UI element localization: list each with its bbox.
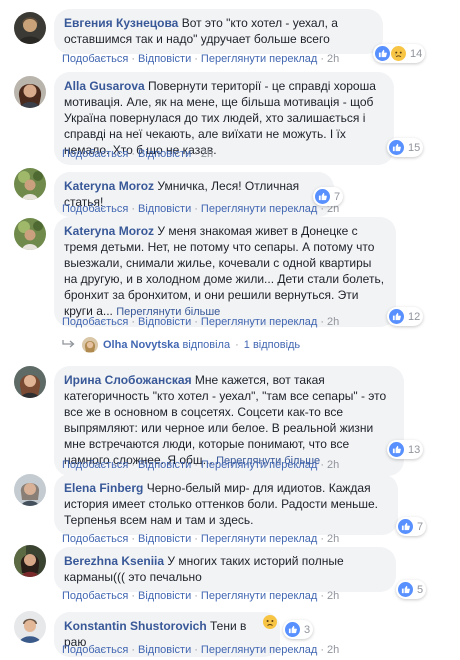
reaction-summary[interactable]: 7 [396, 517, 427, 536]
reaction-summary[interactable]: 13 [387, 440, 424, 459]
like-icon [398, 582, 413, 597]
reply-link[interactable]: Відповісти [138, 644, 191, 656]
avatar[interactable] [14, 76, 46, 108]
comment-author[interactable]: Kateryna Moroz [64, 224, 154, 238]
reaction-summary[interactable]: 14 [373, 44, 426, 63]
comment-actions: Подобається · Відповісти · Переглянути перек… [62, 644, 340, 656]
avatar[interactable] [14, 366, 46, 398]
comment-actions: Подобається · Відповісти · Переглянути перек… [62, 316, 340, 328]
avatar [82, 337, 98, 353]
sad-icon [391, 46, 406, 61]
comment-bubble: Berezhna Kseniia У многих таких историй … [54, 547, 396, 592]
sad-emoji-icon [263, 615, 277, 629]
like-icon [389, 309, 404, 324]
reaction-summary[interactable]: 3 [283, 620, 314, 639]
reply-count: 1 відповідь [243, 339, 301, 351]
comment-bubble: Kateryna Moroz У меня знакомая живет в Д… [54, 217, 396, 327]
reaction-summary[interactable]: 7 [313, 187, 344, 206]
like-link[interactable]: Подобається [62, 644, 128, 656]
comment-bubble: Elena Finberg Черно-белый мир- для идиот… [54, 474, 398, 535]
reply-link[interactable]: Відповісти [138, 533, 191, 545]
comment-actions: Подобається · Відповісти · Переглянути перек… [62, 590, 340, 602]
like-link[interactable]: Подобається [62, 590, 128, 602]
reaction-count: 14 [410, 47, 423, 60]
like-link[interactable]: Подобається [62, 316, 128, 328]
reply-link[interactable]: Відповісти [138, 203, 191, 215]
like-icon [285, 622, 300, 637]
view-replies-link[interactable]: Olha Novytska відповіла · 1 відповідь [62, 337, 300, 353]
reaction-summary[interactable]: 15 [387, 138, 424, 157]
avatar[interactable] [14, 611, 46, 643]
replier-name: Olha Novytska [103, 339, 180, 351]
like-link[interactable]: Подобається [62, 53, 128, 65]
comment-author[interactable]: Ирина Слобожанская [64, 373, 192, 387]
avatar[interactable] [14, 474, 46, 506]
comment-actions: Подобається · Відповісти · Переглянути перек… [62, 459, 340, 471]
reaction-count: 15 [408, 141, 421, 154]
reaction-summary[interactable]: 5 [396, 580, 427, 599]
reply-link[interactable]: Відповісти [138, 459, 191, 471]
reply-link[interactable]: Відповісти [138, 590, 191, 602]
comment-author[interactable]: Евгения Кузнецова [64, 16, 178, 30]
comment-author[interactable]: Elena Finberg [64, 481, 143, 495]
comment-actions: Подобається · Відповісти · Переглянути перек… [62, 203, 340, 215]
comment-text: У меня знакомая живет в Донецке с тремя … [64, 224, 385, 318]
reaction-count: 3 [304, 623, 311, 636]
reaction-count: 12 [408, 310, 421, 323]
like-link[interactable]: Подобається [62, 533, 128, 545]
comment-actions: Подобається · Відповісти · 2h [62, 148, 214, 160]
reaction-summary[interactable]: 12 [387, 307, 424, 326]
comment-author[interactable]: Kateryna Moroz [64, 179, 154, 193]
translate-link[interactable]: Переглянути переклад [201, 590, 317, 602]
avatar[interactable] [14, 545, 46, 577]
like-icon [315, 189, 330, 204]
reply-arrow-icon [62, 339, 76, 352]
like-icon [389, 140, 404, 155]
comment-time[interactable]: 2h [327, 590, 339, 602]
reply-link[interactable]: Відповісти [138, 53, 191, 65]
avatar[interactable] [14, 218, 46, 250]
translate-link[interactable]: Переглянути переклад [201, 459, 317, 471]
avatar[interactable] [14, 12, 46, 44]
reply-link[interactable]: Відповісти [138, 148, 191, 160]
comment-bubble: Евгения Кузнецова Вот это "кто хотел - у… [54, 9, 383, 54]
translate-link[interactable]: Переглянути переклад [201, 53, 317, 65]
reaction-count: 5 [417, 583, 424, 596]
reaction-count: 7 [334, 190, 341, 203]
like-icon [375, 46, 390, 61]
comment-text: Мне кажется, вот такая категоричность "к… [64, 373, 387, 467]
translate-link[interactable]: Переглянути переклад [201, 203, 317, 215]
comment-actions: Подобається · Відповісти · Переглянути перек… [62, 533, 340, 545]
translate-link[interactable]: Переглянути переклад [201, 644, 317, 656]
comment-author[interactable]: Konstantin Shustorovich [64, 619, 207, 633]
like-icon [389, 442, 404, 457]
comment-author[interactable]: Alla Gusarova [64, 79, 145, 93]
reaction-count: 7 [417, 520, 424, 533]
comment-time[interactable]: 2h [327, 316, 339, 328]
like-link[interactable]: Подобається [62, 148, 128, 160]
like-link[interactable]: Подобається [62, 203, 128, 215]
reply-link[interactable]: Відповісти [138, 316, 191, 328]
comment-actions: Подобається · Відповісти · Переглянути перек… [62, 53, 340, 65]
reaction-count: 13 [408, 443, 421, 456]
like-link[interactable]: Подобається [62, 459, 128, 471]
comment-time[interactable]: 2h [327, 644, 339, 656]
like-icon [398, 519, 413, 534]
translate-link[interactable]: Переглянути переклад [201, 316, 317, 328]
comment-time[interactable]: 2h [201, 148, 213, 160]
translate-link[interactable]: Переглянути переклад [201, 533, 317, 545]
comment-time[interactable]: 2h [327, 53, 339, 65]
comment-author[interactable]: Berezhna Kseniia [64, 554, 164, 568]
comment-time[interactable]: 2h [327, 459, 339, 471]
avatar[interactable] [14, 168, 46, 200]
reply-verb: відповіла [182, 339, 231, 351]
comment-time[interactable]: 2h [327, 533, 339, 545]
